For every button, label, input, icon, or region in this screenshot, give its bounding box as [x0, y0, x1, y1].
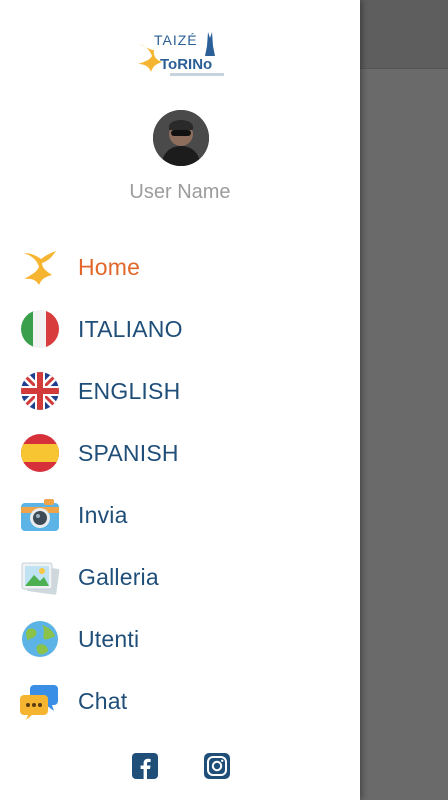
menu-item-spanish[interactable]: SPANISH	[0, 422, 360, 484]
menu-item-galleria[interactable]: Galleria	[0, 546, 360, 608]
menu-item-label: ENGLISH	[78, 377, 181, 404]
menu-item-chat[interactable]: Chat	[0, 670, 360, 732]
logo-text-top: TAIZÉ	[154, 32, 198, 48]
menu-item-english[interactable]: ENGLISH	[0, 360, 360, 422]
menu-item-label: Home	[78, 253, 141, 280]
background-app-bar	[360, 0, 448, 69]
globe-icon	[22, 621, 58, 657]
menu-item-invia[interactable]: Invia	[0, 484, 360, 546]
camera-icon	[21, 499, 59, 531]
menu-item-label: Utenti	[78, 625, 140, 652]
menu-item-label: Galleria	[78, 563, 159, 590]
facebook-icon[interactable]	[132, 753, 158, 779]
background-scrim[interactable]	[360, 0, 448, 800]
menu-item-utenti[interactable]: Utenti	[0, 608, 360, 670]
menu-item-label: SPANISH	[78, 439, 179, 466]
username: User Name	[129, 181, 231, 203]
italy-flag-icon	[21, 310, 59, 348]
menu-item-label: Invia	[78, 501, 128, 528]
logo-text-main: ToRINo	[160, 56, 212, 73]
menu-item-italiano[interactable]: ITALIANO	[0, 298, 360, 360]
navigation-drawer: TAIZÉ ToRINo User Name Home ITALIANO ENG…	[0, 0, 360, 800]
instagram-icon[interactable]	[204, 753, 230, 779]
taize-torino-logo: TAIZÉ ToRINo	[138, 32, 224, 76]
avatar[interactable]	[153, 110, 209, 166]
spain-flag-icon	[21, 434, 59, 472]
taize-cross-icon	[24, 251, 56, 285]
gallery-icon	[21, 562, 60, 595]
menu-item-home[interactable]: Home	[0, 236, 360, 298]
uk-flag-icon	[21, 372, 59, 410]
avatar-image	[153, 110, 209, 166]
menu-item-label: Chat	[78, 687, 128, 714]
chat-icon	[20, 685, 58, 720]
menu-item-label: ITALIANO	[78, 315, 183, 342]
